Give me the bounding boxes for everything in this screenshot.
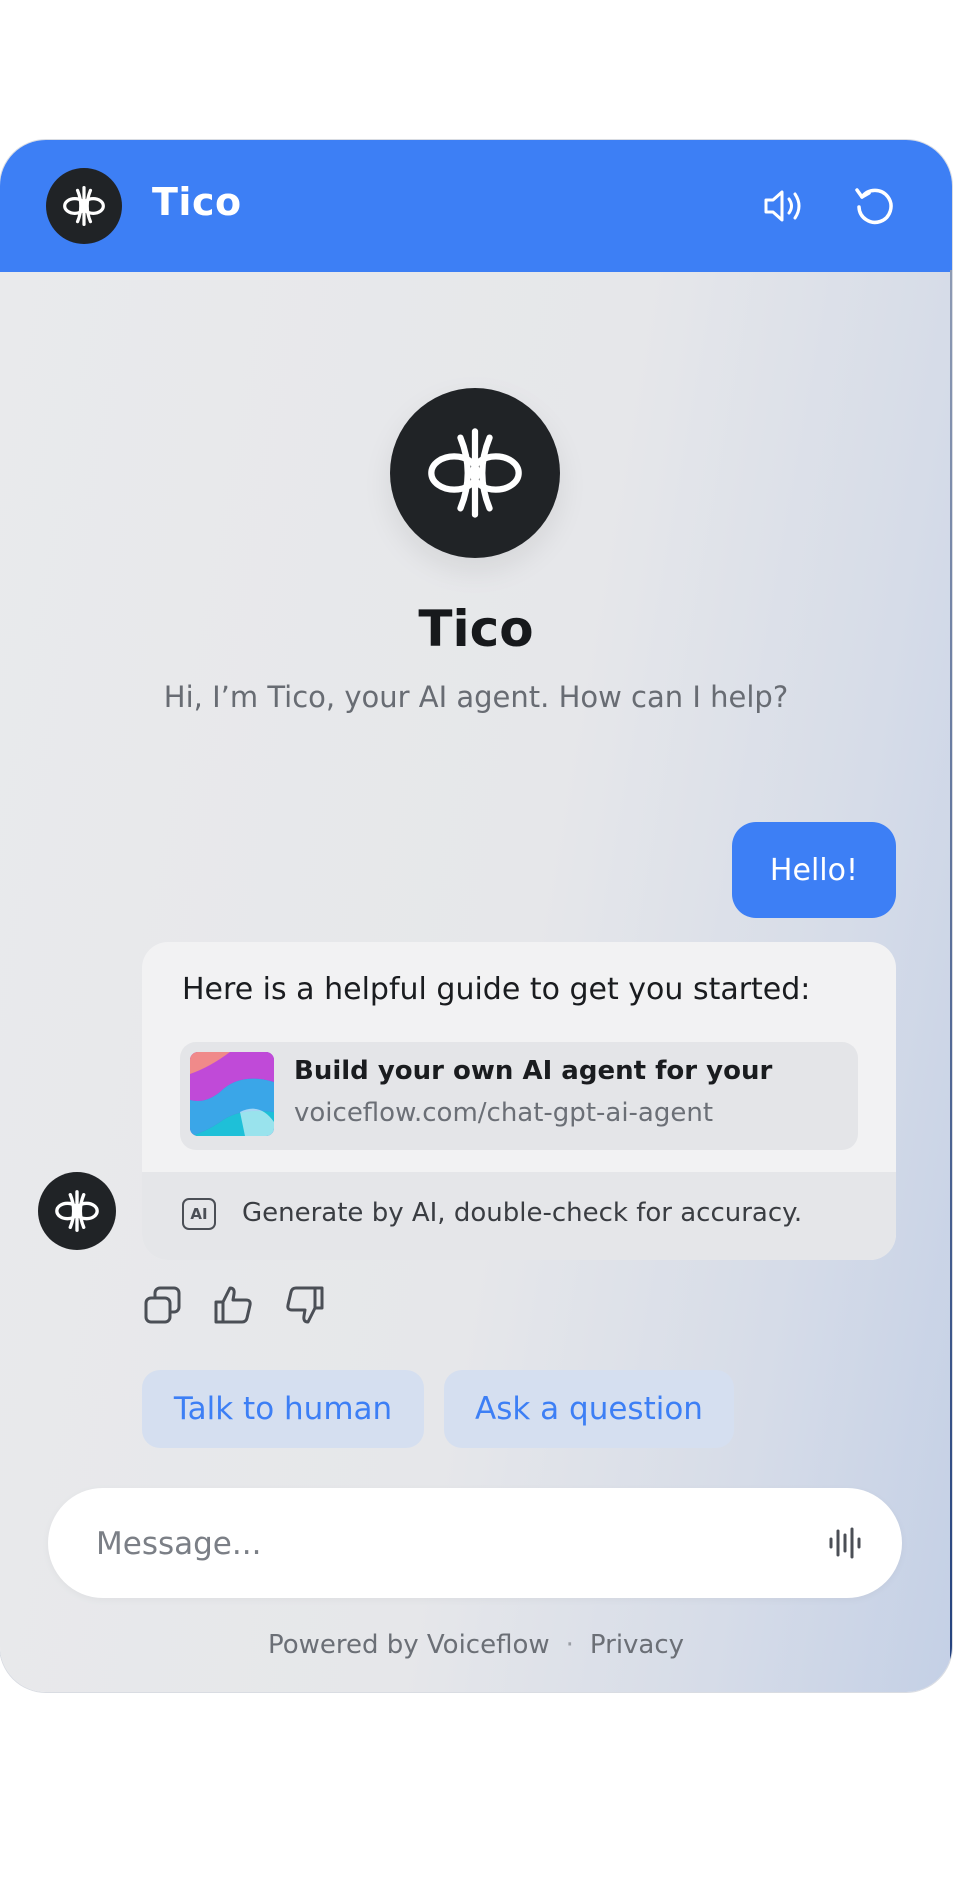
- widget-footer: Powered by Voiceflow · Privacy: [0, 1630, 952, 1660]
- thumbs-up-icon: [214, 1286, 252, 1324]
- voice-wave-icon: [829, 1527, 861, 1559]
- ai-disclaimer-text: Generate by AI, double-check for accurac…: [242, 1198, 803, 1228]
- thumbs-down-icon: [286, 1286, 324, 1324]
- footer-separator: ·: [565, 1630, 574, 1660]
- link-title: Build your own AI agent for your: [294, 1056, 773, 1086]
- ai-badge-icon: AI: [182, 1198, 216, 1230]
- guide-link-card[interactable]: Build your own AI agent for your voicefl…: [180, 1042, 858, 1150]
- reset-button[interactable]: [850, 182, 898, 230]
- bot-avatar: [38, 1172, 116, 1250]
- agent-name: Tico: [418, 600, 534, 658]
- thumbs-down-button[interactable]: [282, 1282, 328, 1328]
- message-composer: [48, 1488, 902, 1598]
- tico-logo-icon: [46, 168, 122, 244]
- message-input[interactable]: [94, 1512, 798, 1576]
- quick-reply-ask-question[interactable]: Ask a question: [444, 1370, 734, 1448]
- agent-greeting: Hi, I’m Tico, your AI agent. How can I h…: [163, 680, 789, 714]
- quick-reply-talk-to-human[interactable]: Talk to human: [142, 1370, 424, 1448]
- bot-message-card: Here is a helpful guide to get you start…: [142, 942, 896, 1260]
- copy-button[interactable]: [140, 1282, 186, 1328]
- copy-icon: [144, 1286, 181, 1324]
- thumbs-up-button[interactable]: [210, 1282, 256, 1328]
- ai-disclaimer: AI Generate by AI, double-check for accu…: [142, 1172, 896, 1260]
- refresh-icon: [855, 188, 893, 225]
- powered-by-link[interactable]: Powered by Voiceflow: [268, 1630, 550, 1660]
- link-url: voiceflow.com/chat-gpt-ai-agent: [294, 1098, 714, 1128]
- bot-message-text: Here is a helpful guide to get you start…: [182, 972, 811, 1007]
- link-thumbnail: [190, 1052, 274, 1136]
- tico-logo-icon: [390, 388, 560, 558]
- sound-button[interactable]: [760, 182, 808, 230]
- user-message-bubble: Hello!: [731, 822, 896, 918]
- chat-header: Tico: [0, 140, 952, 272]
- privacy-link[interactable]: Privacy: [590, 1630, 684, 1660]
- speaker-icon: [764, 190, 801, 222]
- tico-logo-icon: [55, 1190, 99, 1232]
- voice-input-button[interactable]: [824, 1521, 868, 1565]
- chat-widget: Tico Tico Hi, I’m Tico, your AI agent. H…: [0, 140, 952, 1692]
- header-title: Tico: [152, 180, 242, 224]
